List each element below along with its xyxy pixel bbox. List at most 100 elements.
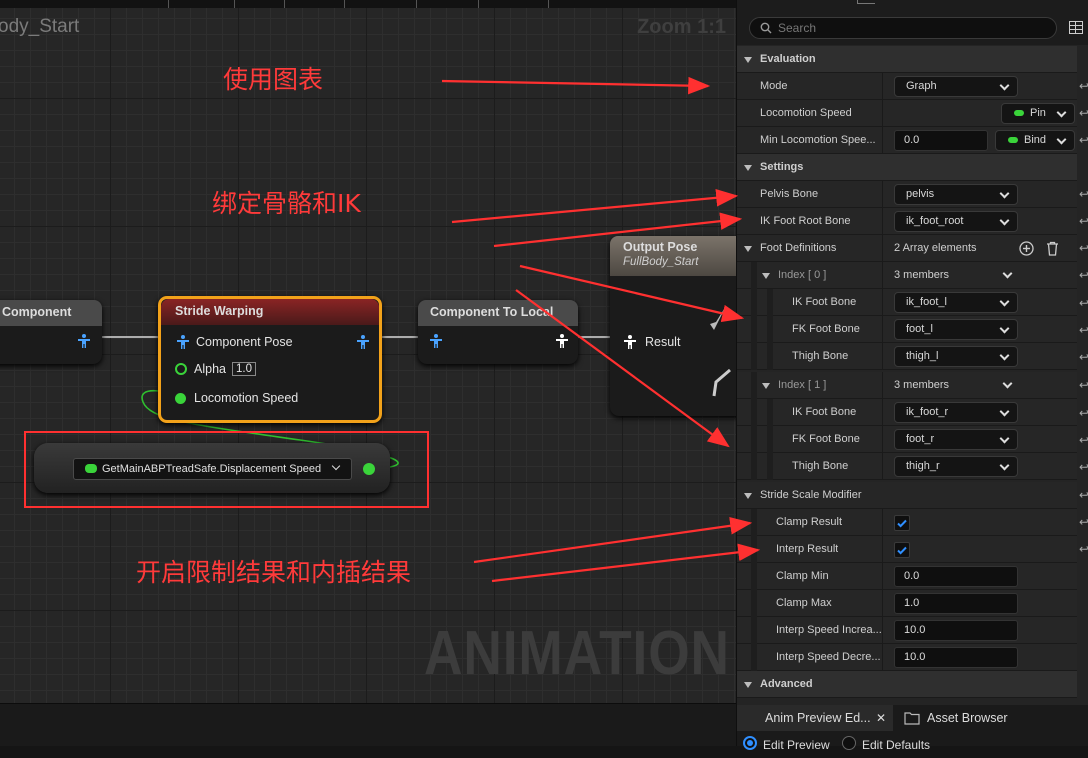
reset-arrow-icon[interactable]: ↩ <box>1079 214 1088 228</box>
reset-arrow-icon[interactable]: ↩ <box>1079 241 1088 255</box>
close-icon[interactable]: ✕ <box>876 705 886 731</box>
component-to-local-output-pin[interactable] <box>554 333 570 349</box>
index-0-fk-foot-dropdown[interactable]: foot_l <box>894 319 1018 340</box>
locomotion-speed-pin[interactable]: Locomotion Speed <box>175 391 298 405</box>
index-0-ik-foot-dropdown[interactable]: ik_foot_l <box>894 292 1018 313</box>
search-icon <box>760 22 772 34</box>
component-pose-label: Component Pose <box>196 335 293 349</box>
index-0-row[interactable]: Index [ 0 ] 3 members <box>737 262 1077 289</box>
search-input[interactable]: Search <box>749 17 1057 39</box>
tab-asset-browser[interactable]: Asset Browser <box>927 705 1008 731</box>
category-settings[interactable]: Settings <box>737 154 1077 181</box>
pelvis-bone-row: Pelvis Bone pelvis <box>737 181 1077 208</box>
expand-caret-icon <box>744 682 752 688</box>
component-node[interactable]: Component <box>0 300 102 364</box>
output-pose-node[interactable]: Output Pose FullBody_Start Result <box>610 236 736 416</box>
edit-preview-radio[interactable] <box>743 736 757 750</box>
table-view-icon[interactable] <box>1069 21 1083 34</box>
clamp-result-checkbox[interactable] <box>894 515 910 531</box>
reset-arrow-icon[interactable]: ↩ <box>1079 433 1088 447</box>
ik-foot-bone-value: ik_foot_r <box>906 406 949 418</box>
output-pose-title: Output Pose <box>623 240 698 254</box>
alpha-pin[interactable]: Alpha 1.0 <box>175 362 256 376</box>
bottom-tab-bar: Anim Preview Ed... ✕ Asset Browser Edit … <box>737 705 1088 752</box>
stride-warping-node[interactable]: Stride Warping Component Pose Alpha 1.0 L… <box>158 296 382 423</box>
pelvis-bone-dropdown[interactable]: pelvis <box>894 184 1018 205</box>
foot-definitions-count: 2 Array elements <box>894 242 977 254</box>
reset-arrow-icon[interactable]: ↩ <box>1079 323 1088 337</box>
expand-caret-icon <box>744 165 752 171</box>
mode-dropdown[interactable]: Graph <box>894 76 1018 97</box>
interp-result-row: Interp Result <box>737 536 1077 563</box>
add-element-icon[interactable] <box>1019 241 1034 256</box>
alpha-pin-icon <box>175 363 187 375</box>
chevron-down-icon <box>999 323 1010 334</box>
index-0-thigh-row: Thigh Bone thigh_l <box>737 343 1077 370</box>
reset-arrow-icon[interactable]: ↩ <box>1079 106 1088 120</box>
category-label: Advanced <box>760 678 813 690</box>
interp-speed-decrease-label: Interp Speed Decre... <box>776 651 881 663</box>
reset-arrow-icon[interactable]: ↩ <box>1079 406 1088 420</box>
result-label: Result <box>645 335 681 349</box>
chevron-down-icon[interactable] <box>1002 268 1013 279</box>
anim-graph-canvas[interactable]: ody_Start Zoom 1:1 ANIMATION Component S… <box>0 0 736 746</box>
clamp-min-field[interactable]: 0.0 <box>894 566 1018 587</box>
index-0-ik-foot-row: IK Foot Bone ik_foot_l <box>737 289 1077 316</box>
locomotion-speed-binding-dropdown[interactable]: Pin <box>1001 103 1075 124</box>
index-1-fk-foot-dropdown[interactable]: foot_r <box>894 429 1018 450</box>
thigh-bone-label: Thigh Bone <box>792 460 849 472</box>
category-advanced[interactable]: Advanced <box>737 671 1077 698</box>
component-pose-output-pin[interactable] <box>76 333 92 349</box>
alpha-value-field[interactable]: 1.0 <box>231 362 256 376</box>
min-locomotion-speed-row: Min Locomotion Spee... 0.0 Bind <box>737 127 1077 154</box>
reset-arrow-icon[interactable]: ↩ <box>1079 378 1088 392</box>
clamp-max-row: Clamp Max 1.0 <box>737 590 1077 617</box>
reset-arrow-icon[interactable]: ↩ <box>1079 133 1088 147</box>
edit-defaults-radio[interactable] <box>842 736 856 750</box>
interp-speed-decrease-field[interactable]: 10.0 <box>894 647 1018 668</box>
tab-corner-icon <box>857 0 875 4</box>
check-icon <box>897 519 907 528</box>
index-1-ik-foot-dropdown[interactable]: ik_foot_r <box>894 402 1018 423</box>
reset-arrow-icon[interactable]: ↩ <box>1079 79 1088 93</box>
index-1-thigh-dropdown[interactable]: thigh_r <box>894 456 1018 477</box>
index-1-row[interactable]: Index [ 1 ] 3 members <box>737 372 1077 399</box>
min-locomotion-speed-field[interactable]: 0.0 <box>894 130 988 151</box>
mode-row: Mode Graph <box>737 73 1077 100</box>
reset-arrow-icon[interactable]: ↩ <box>1079 296 1088 310</box>
component-to-local-node[interactable]: Component To Local <box>418 300 578 364</box>
component-to-local-input-pin[interactable] <box>428 333 444 349</box>
expand-caret-icon <box>744 246 752 252</box>
reset-arrow-icon[interactable]: ↩ <box>1079 542 1088 556</box>
index-0-label: Index [ 0 ] <box>778 269 827 281</box>
ik-foot-root-dropdown[interactable]: ik_foot_root <box>894 211 1018 232</box>
trash-icon[interactable] <box>1046 241 1059 256</box>
component-pose-input-pin[interactable]: Component Pose <box>175 334 293 350</box>
index-0-thigh-dropdown[interactable]: thigh_l <box>894 346 1018 367</box>
foot-definitions-row[interactable]: Foot Definitions 2 Array elements <box>737 235 1077 262</box>
interp-result-checkbox[interactable] <box>894 542 910 558</box>
fk-foot-bone-value: foot_l <box>906 323 933 335</box>
clamp-max-field[interactable]: 1.0 <box>894 593 1018 614</box>
index-1-thigh-row: Thigh Bone thigh_r <box>737 453 1077 480</box>
stride-scale-modifier-row[interactable]: Stride Scale Modifier <box>737 482 1077 509</box>
edit-preview-label: Edit Preview <box>763 738 830 752</box>
stride-warping-output-pin[interactable] <box>355 334 371 350</box>
reset-arrow-icon[interactable]: ↩ <box>1079 268 1088 282</box>
reset-arrow-icon[interactable]: ↩ <box>1079 515 1088 529</box>
chevron-down-icon[interactable] <box>1002 378 1013 389</box>
reset-arrow-icon[interactable]: ↩ <box>1079 187 1088 201</box>
min-locomotion-bind-dropdown[interactable]: Bind <box>995 130 1075 151</box>
interp-speed-increase-field[interactable]: 10.0 <box>894 620 1018 641</box>
category-evaluation[interactable]: Evaluation <box>737 46 1077 73</box>
result-pin[interactable]: Result <box>622 334 680 350</box>
reset-arrow-icon[interactable]: ↩ <box>1079 488 1088 502</box>
interp-speed-decrease-row: Interp Speed Decre... 10.0 <box>737 644 1077 671</box>
chevron-down-icon <box>999 406 1010 417</box>
reset-arrow-icon[interactable]: ↩ <box>1079 350 1088 364</box>
reset-arrow-icon[interactable]: ↩ <box>1079 460 1088 474</box>
thigh-bone-label: Thigh Bone <box>792 350 849 362</box>
locomotion-speed-label: Locomotion Speed <box>760 107 852 119</box>
locomotion-speed-binding: Pin <box>1030 107 1046 119</box>
index-1-fk-foot-row: FK Foot Bone foot_r <box>737 426 1077 453</box>
